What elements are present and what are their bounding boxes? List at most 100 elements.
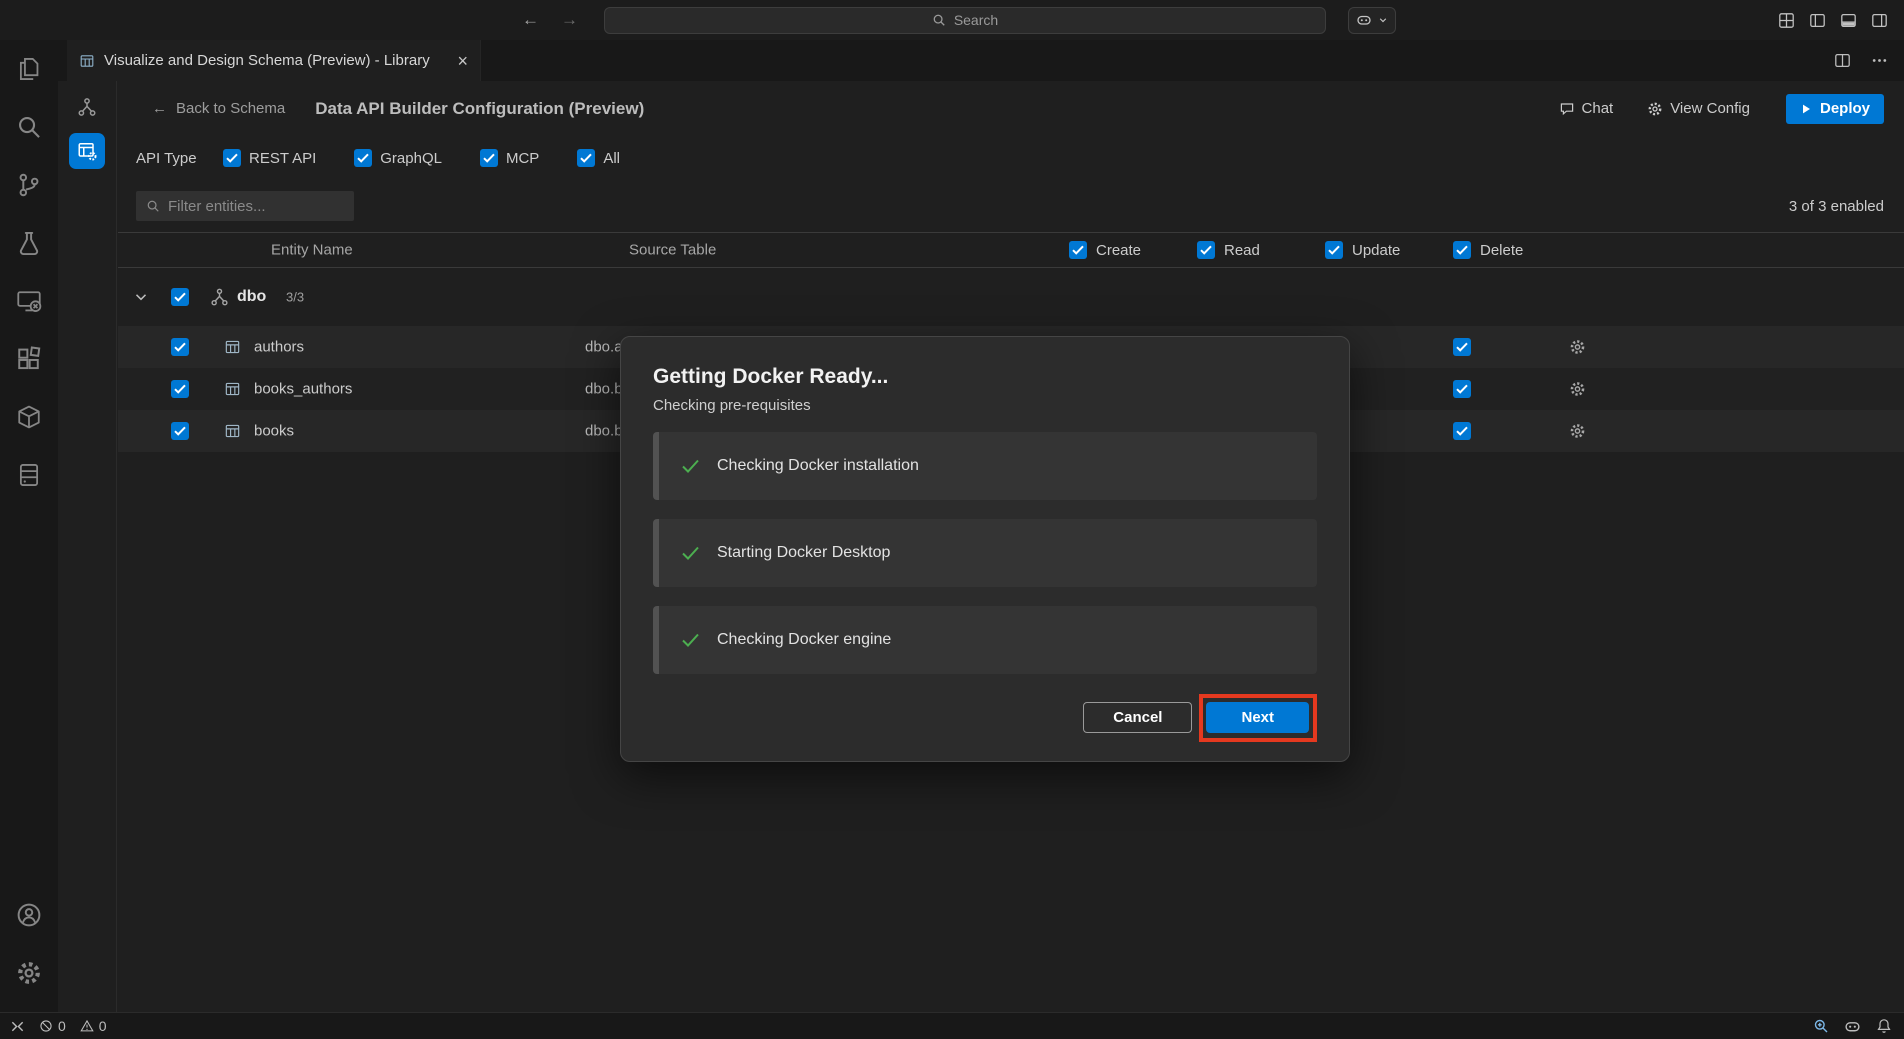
row-enable-checkbox[interactable] [171,380,189,398]
success-check-icon [681,632,700,648]
page-title: Data API Builder Configuration (Preview) [315,99,644,119]
cancel-button[interactable]: Cancel [1083,702,1192,733]
table-grid-icon [224,381,241,398]
mcp-checkbox[interactable] [480,149,498,167]
webview-rail [58,81,117,1012]
account-icon[interactable] [5,891,53,939]
database-icon[interactable] [5,451,53,499]
warning-count: 0 [99,1018,107,1034]
chat-label: Chat [1582,100,1614,117]
all-checkbox[interactable] [577,149,595,167]
delete-checkbox[interactable] [1453,380,1471,398]
chat-button[interactable]: Chat [1559,100,1614,117]
row-enable-checkbox[interactable] [171,338,189,356]
create-all-checkbox[interactable] [1069,241,1087,259]
remote-explorer-icon[interactable] [5,277,53,325]
view-config-gear-icon [1647,101,1663,117]
row-enable-checkbox[interactable] [171,422,189,440]
entity-name: authors [254,339,304,356]
arrow-left-icon: ← [152,100,167,117]
graphql-checkbox[interactable] [354,149,372,167]
rest-api-checkbox[interactable] [223,149,241,167]
step-label: Checking Docker engine [717,631,891,649]
back-to-schema-link[interactable]: ← Back to Schema [152,100,285,117]
copilot-chat-button[interactable] [1348,7,1396,34]
problems-errors[interactable]: 0 [39,1018,66,1034]
row-settings-gear-icon[interactable] [1569,423,1586,440]
group-name: dbo [237,288,266,306]
option-mcp: MCP [480,149,539,167]
column-create: Create [1069,241,1141,259]
problems-warnings[interactable]: 0 [80,1018,107,1034]
column-entity-name: Entity Name [271,242,353,259]
chevron-down-icon [1378,15,1388,25]
search-icon [932,13,946,27]
dab-config-icon[interactable] [69,133,105,169]
column-delete: Delete [1453,241,1523,259]
docker-ready-dialog: Getting Docker Ready... Checking pre-req… [620,336,1350,762]
enabled-summary: 3 of 3 enabled [1789,198,1884,215]
table-grid-icon [224,339,241,356]
toggle-panel-icon[interactable] [1840,12,1857,29]
delete-checkbox[interactable] [1453,338,1471,356]
split-editor-icon[interactable] [1834,52,1851,69]
row-settings-gear-icon[interactable] [1569,339,1586,356]
delete-all-checkbox[interactable] [1453,241,1471,259]
option-rest-api: REST API [223,149,316,167]
zoom-magnifier-icon[interactable] [1813,1018,1829,1034]
row-settings-gear-icon[interactable] [1569,381,1586,398]
status-bar: 0 0 [0,1012,1904,1039]
explorer-icon[interactable] [5,45,53,93]
source-control-icon[interactable] [5,161,53,209]
remote-indicator-icon[interactable] [10,1019,25,1034]
next-button[interactable]: Next [1206,702,1309,733]
nav-back-icon[interactable]: ← [522,10,539,30]
graphql-label: GraphQL [380,150,442,167]
play-icon [1800,103,1812,115]
group-count: 3/3 [286,290,304,305]
column-read: Read [1197,241,1260,259]
entity-name: books [254,423,294,440]
step-docker-desktop: Starting Docker Desktop [653,519,1317,587]
dialog-subtitle: Checking pre-requisites [653,397,1317,414]
close-icon[interactable]: × [457,52,468,70]
settings-gear-icon[interactable] [5,949,53,997]
step-label: Starting Docker Desktop [717,544,890,562]
schema-designer-icon[interactable] [67,87,107,127]
filter-entities-input[interactable] [136,191,354,221]
entity-name: books_authors [254,381,352,398]
nav-forward-icon[interactable]: → [561,10,578,30]
schema-table-icon [79,53,95,69]
toggle-primary-sidebar-icon[interactable] [1809,12,1826,29]
read-all-checkbox[interactable] [1197,241,1215,259]
extensions-icon[interactable] [5,335,53,383]
success-check-icon [681,545,700,561]
dialog-title: Getting Docker Ready... [653,365,1317,389]
tab-visualize-schema[interactable]: Visualize and Design Schema (Preview) - … [67,40,481,81]
filter-search-icon [146,199,160,213]
table-grid-icon [224,423,241,440]
package-cube-icon[interactable] [5,393,53,441]
copilot-icon [1356,12,1372,28]
view-config-label: View Config [1670,100,1750,117]
customize-layout-icon[interactable] [1778,12,1795,29]
schema-icon [210,288,229,307]
search-sidebar-icon[interactable] [5,103,53,151]
delete-checkbox[interactable] [1453,422,1471,440]
step-docker-engine: Checking Docker engine [653,606,1317,674]
error-count: 0 [58,1018,66,1034]
chevron-down-icon[interactable] [133,289,149,305]
search-input[interactable]: Search [604,7,1326,34]
notifications-bell-icon[interactable] [1876,1018,1892,1034]
update-all-checkbox[interactable] [1325,241,1343,259]
search-placeholder: Search [954,12,998,28]
toggle-secondary-sidebar-icon[interactable] [1871,12,1888,29]
copilot-status-icon[interactable] [1844,1018,1861,1035]
test-beaker-icon[interactable] [5,219,53,267]
update-column-label: Update [1352,242,1400,259]
more-actions-icon[interactable] [1871,52,1888,69]
view-config-button[interactable]: View Config [1647,100,1750,117]
group-checkbox[interactable] [171,288,189,306]
api-type-label: API Type [136,150,223,167]
deploy-button[interactable]: Deploy [1786,94,1884,124]
